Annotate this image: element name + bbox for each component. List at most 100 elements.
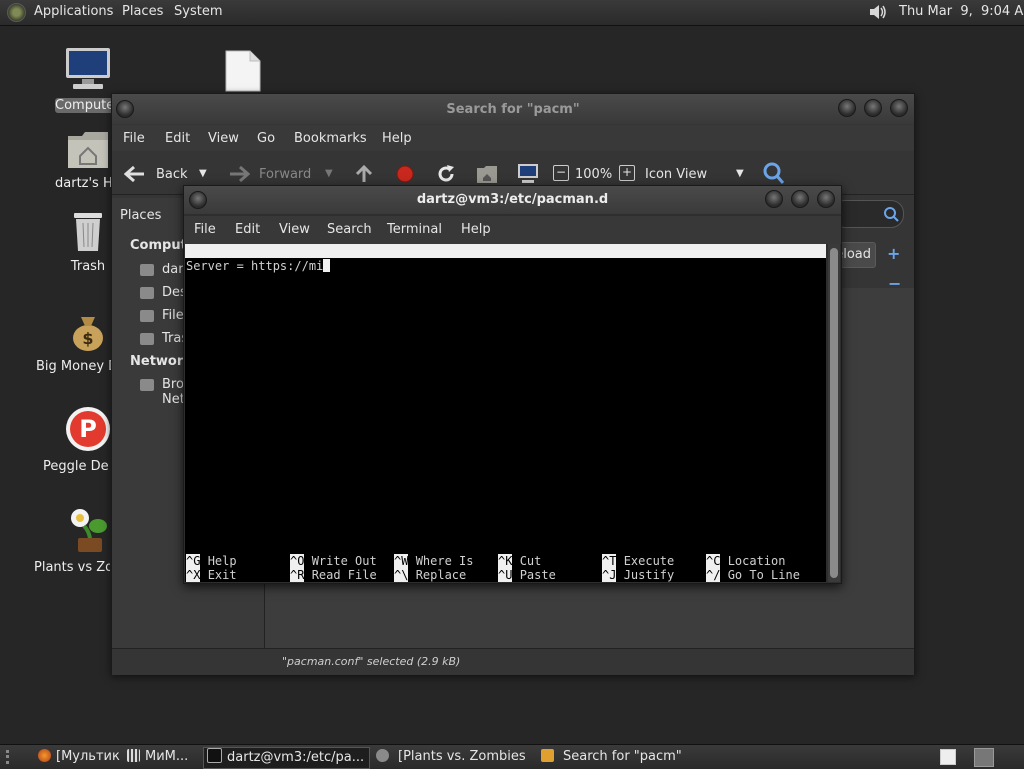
window-title: dartz@vm3:/etc/pacman.d [416, 192, 609, 207]
trash-icon [74, 213, 102, 251]
home-folder-icon [140, 264, 154, 276]
home-icon[interactable] [476, 164, 498, 184]
task-plants-vs-zombies[interactable]: [Plants vs. Zombies] [376, 747, 526, 767]
stop-icon[interactable] [395, 164, 415, 184]
scrollbar-thumb[interactable] [830, 248, 838, 578]
desktop-icon-label: Peggle Deluxe [43, 459, 109, 474]
shortcut-replace[interactable]: ^\ Replace [394, 568, 466, 582]
menu-search[interactable]: Search [327, 222, 372, 237]
search-field-icon [884, 207, 899, 222]
view-mode-chevron-icon[interactable]: ▼ [736, 168, 744, 179]
nano-modified-status: Modified [745, 286, 803, 300]
zoom-level[interactable]: 100% [575, 167, 612, 182]
task-terminal[interactable]: dartz@vm3:/etc/pa... [203, 747, 370, 769]
add-criterion-icon[interactable]: + [887, 244, 900, 263]
terminal-scrollbar[interactable] [828, 244, 840, 582]
forward-dropdown-chevron-icon: ▼ [325, 168, 333, 179]
shortcut-go-to-line[interactable]: ^/ Go To Line [706, 568, 800, 582]
task-mim[interactable]: МиМ... [127, 747, 201, 767]
menu-help[interactable]: Help [461, 222, 491, 237]
terminal-titlebar[interactable]: dartz@vm3:/etc/pacman.d [184, 186, 841, 214]
places-menu[interactable]: Places [122, 4, 163, 19]
maximize-button[interactable] [864, 99, 882, 117]
editor-line[interactable]: Server = https://mi [186, 259, 331, 273]
back-button[interactable]: Back [156, 167, 188, 182]
maximize-button[interactable] [791, 190, 809, 208]
forward-arrow-icon [230, 165, 250, 183]
system-menu[interactable]: System [174, 4, 222, 19]
shortcut-paste[interactable]: ^U Paste [498, 568, 556, 582]
menu-view[interactable]: View [208, 131, 239, 146]
status-text: "pacman.conf" selected (2.9 kB) [282, 655, 461, 668]
show-desktop-icon[interactable] [940, 749, 956, 765]
desktop-icon-label: Plants vs Zombies [34, 560, 110, 575]
editor-line-text: Server = https://mi [186, 259, 324, 273]
shortcut-execute[interactable]: ^T Execute [602, 554, 674, 568]
computer-icon [66, 48, 110, 89]
sidebar-header[interactable]: Places [120, 208, 161, 223]
top-panel: Applications Places System Thu Mar 9, 9:… [0, 0, 1024, 26]
clock[interactable]: Thu Mar 9, 9:04 AM [899, 4, 1024, 19]
shortcut-help[interactable]: ^G Help [186, 554, 237, 568]
shortcut-write-out[interactable]: ^O Write Out [290, 554, 377, 568]
workspace-switcher[interactable] [974, 748, 994, 767]
menu-file[interactable]: File [123, 131, 145, 146]
status-bar: "pacman.conf" selected (2.9 kB) [112, 648, 914, 675]
file-manager-menubar: File Edit View Go Bookmarks Help [112, 125, 914, 151]
nano-filename: mirrorlist [481, 272, 554, 286]
computer-toolbar-icon[interactable] [516, 163, 540, 185]
game-icon [376, 749, 389, 762]
close-button[interactable] [890, 99, 908, 117]
zoom-in-icon[interactable]: + [619, 165, 635, 181]
menu-file[interactable]: File [194, 222, 216, 237]
blank-document-icon[interactable] [224, 50, 262, 92]
svg-text:$: $ [82, 329, 93, 348]
money-bag-icon: $ [73, 317, 103, 351]
shortcut-where-is[interactable]: ^W Where Is [394, 554, 473, 568]
zoom-out-icon[interactable]: − [553, 165, 569, 181]
file-manager-titlebar[interactable]: Search for "pacm" [112, 94, 914, 124]
menu-edit[interactable]: Edit [235, 222, 260, 237]
terminal-screen[interactable]: GNU nano 7.2 mirrorlist Modified Server … [185, 244, 826, 582]
task-search-pacm[interactable]: Search for "pacm" [541, 747, 691, 767]
desktop-folder-icon [140, 287, 154, 299]
forward-button[interactable]: Forward [259, 167, 311, 182]
menu-edit[interactable]: Edit [165, 131, 190, 146]
folder-icon [541, 749, 554, 762]
shortcut-justify[interactable]: ^J Justify [602, 568, 674, 582]
back-arrow-icon[interactable] [124, 165, 146, 183]
bottom-taskbar: [Мультик МиМ... dartz@vm3:/etc/pa... [Pl… [0, 744, 1024, 769]
desktop-icon-label: Big Money Deluxe [36, 359, 112, 374]
text-cursor [323, 259, 331, 272]
menu-help[interactable]: Help [382, 131, 412, 146]
reload-icon[interactable] [435, 163, 457, 185]
window-menu-button[interactable] [116, 100, 134, 118]
svg-text:P: P [79, 415, 97, 443]
shortcut-exit[interactable]: ^X Exit [186, 568, 237, 582]
plants-vs-zombies-icon [71, 509, 107, 552]
minimize-button[interactable] [765, 190, 783, 208]
applications-menu[interactable]: Applications [34, 4, 113, 19]
menu-terminal[interactable]: Terminal [387, 222, 442, 237]
taskbar-handle-icon[interactable] [6, 750, 20, 764]
minimize-button[interactable] [838, 99, 856, 117]
search-input[interactable] [832, 200, 904, 228]
view-mode-select[interactable]: Icon View [645, 167, 707, 182]
distro-logo-icon[interactable] [7, 3, 26, 22]
up-arrow-icon[interactable] [354, 164, 374, 184]
trash-small-icon [140, 333, 154, 345]
terminal-icon [207, 748, 222, 763]
shortcut-read-file[interactable]: ^R Read File [290, 568, 377, 582]
shortcut-cut[interactable]: ^K Cut [498, 554, 541, 568]
back-dropdown-chevron-icon[interactable]: ▼ [199, 168, 207, 179]
menu-view[interactable]: View [279, 222, 310, 237]
menu-go[interactable]: Go [257, 131, 275, 146]
shortcut-location[interactable]: ^C Location [706, 554, 785, 568]
search-icon[interactable] [762, 161, 786, 187]
volume-icon[interactable] [868, 4, 888, 20]
home-folder-icon [68, 132, 108, 168]
firefox-icon [38, 749, 51, 762]
close-button[interactable] [817, 190, 835, 208]
window-menu-button[interactable] [189, 191, 207, 209]
menu-bookmarks[interactable]: Bookmarks [294, 131, 367, 146]
